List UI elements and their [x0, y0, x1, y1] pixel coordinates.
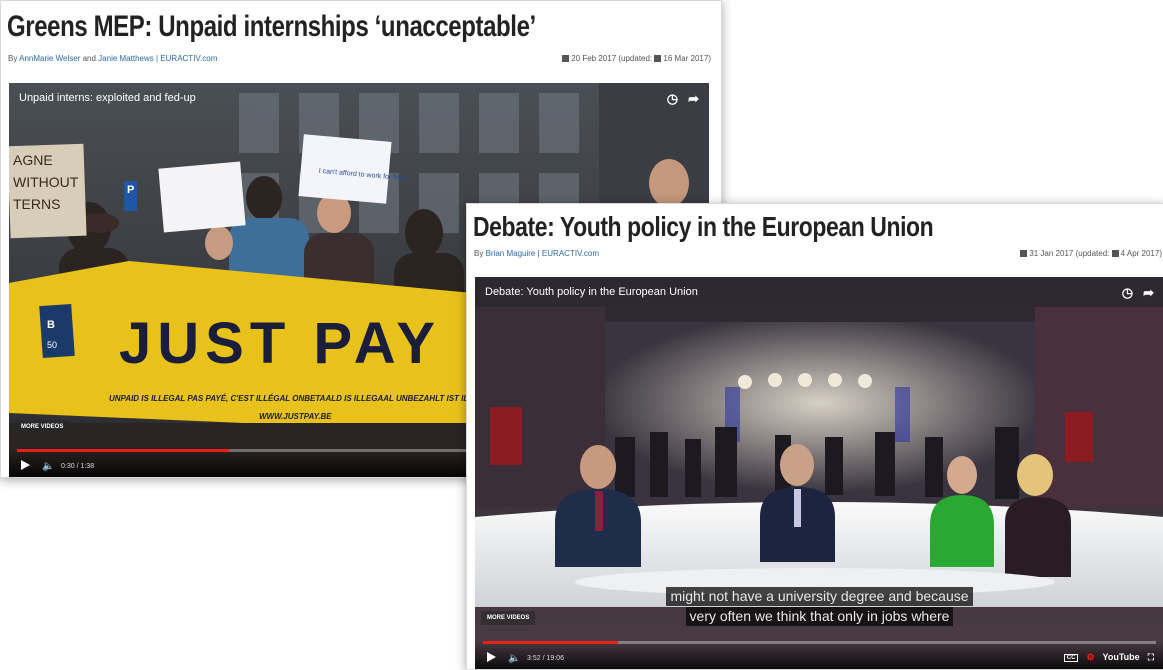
play-icon[interactable] [487, 652, 496, 662]
banner-subtext: UNPAID IS ILLEGAL PAS PAYÉ, C'EST ILLÉGA… [109, 394, 495, 403]
source-link[interactable]: | EURACTIV.com [156, 54, 217, 63]
article-title[interactable]: Debate: Youth policy in the European Uni… [473, 211, 934, 243]
caption-line-1: might not have a university degree and b… [475, 587, 1163, 606]
video-title[interactable]: Unpaid interns: exploited and fed-up [19, 92, 196, 104]
article-date: 20 Feb 2017 (updated: 16 Mar 2017) [562, 54, 711, 63]
date-published: 31 Jan 2017 (updated: [1029, 249, 1110, 258]
sign-text: AGNE [13, 152, 53, 168]
source-link[interactable]: | EURACTIV.com [538, 249, 599, 258]
clock-icon[interactable]: ◷ [667, 91, 678, 106]
video-title[interactable]: Debate: Youth policy in the European Uni… [485, 286, 698, 298]
byline-prefix: By [8, 54, 18, 63]
youtube-controls: CC ⚙ YouTube ⛶ [1063, 652, 1154, 663]
svg-text:50: 50 [47, 340, 57, 350]
youtube-logo[interactable]: YouTube [1103, 652, 1140, 662]
article-date: 31 Jan 2017 (updated: 4 Apr 2017) [1020, 249, 1162, 258]
caption-line-2: very often we think that only in jobs wh… [475, 607, 1163, 626]
progress-bar[interactable] [483, 641, 1156, 644]
captions-button[interactable]: CC [1063, 654, 1079, 662]
caption-text: might not have a university degree and b… [666, 587, 973, 606]
video-time: 3:52 / 19:06 [527, 655, 564, 662]
gear-icon[interactable]: ⚙ [1086, 652, 1094, 662]
volume-icon[interactable]: 🔈 [42, 461, 54, 472]
author-link[interactable]: AnnMarie Welser [19, 54, 80, 63]
more-videos-button[interactable]: MORE VIDEOS [15, 420, 70, 434]
article-title[interactable]: Greens MEP: Unpaid internships ‘unaccept… [7, 10, 536, 44]
more-videos-button[interactable]: MORE VIDEOS [481, 611, 536, 625]
calendar-icon [1020, 250, 1028, 257]
video-time: 0:30 / 1:38 [61, 463, 95, 470]
author-link[interactable]: Janie Matthews [98, 54, 154, 63]
svg-text:B: B [47, 319, 55, 331]
sign-text: TERNS [13, 196, 60, 212]
video-controls: 🔈 3:52 / 19:06 CC ⚙ YouTube ⛶ [475, 641, 1163, 669]
date-published: 20 Feb 2017 (updated: [571, 54, 653, 63]
date-updated: 16 Mar 2017) [663, 54, 711, 63]
date-updated: 4 Apr 2017) [1120, 249, 1162, 258]
share-icon[interactable]: ➦ [688, 91, 699, 106]
banner-text: JUST PAY [119, 311, 441, 376]
calendar-icon [1111, 250, 1119, 257]
video-actions: ◷ ➦ [1112, 285, 1154, 301]
sign-text: WITHOUT [13, 174, 79, 190]
byline: By AnnMarie Welser and Janie Matthews | … [8, 54, 217, 63]
clock-icon[interactable]: ◷ [1122, 285, 1133, 300]
share-icon[interactable]: ➦ [1143, 285, 1154, 300]
fullscreen-icon[interactable]: ⛶ [1148, 652, 1154, 662]
banner-url: WWW.JUSTPAY.BE [259, 412, 332, 421]
video-actions: ◷ ➦ [657, 91, 699, 107]
progress-fill [17, 449, 230, 452]
volume-icon[interactable]: 🔈 [508, 653, 520, 664]
byline-and: and [82, 54, 96, 63]
calendar-icon [654, 55, 662, 62]
calendar-icon [562, 55, 570, 62]
byline: By Brian Maguire | EURACTIV.com [474, 249, 599, 258]
play-icon[interactable] [21, 460, 30, 470]
video-player[interactable]: Debate: Youth policy in the European Uni… [475, 277, 1163, 669]
progress-fill [483, 641, 618, 644]
byline-prefix: By [474, 249, 484, 258]
caption-text: very often we think that only in jobs wh… [685, 607, 954, 626]
svg-text:P: P [127, 184, 134, 196]
author-link[interactable]: Brian Maguire [486, 249, 536, 258]
article-card-youth-policy: Debate: Youth policy in the European Uni… [466, 203, 1163, 670]
